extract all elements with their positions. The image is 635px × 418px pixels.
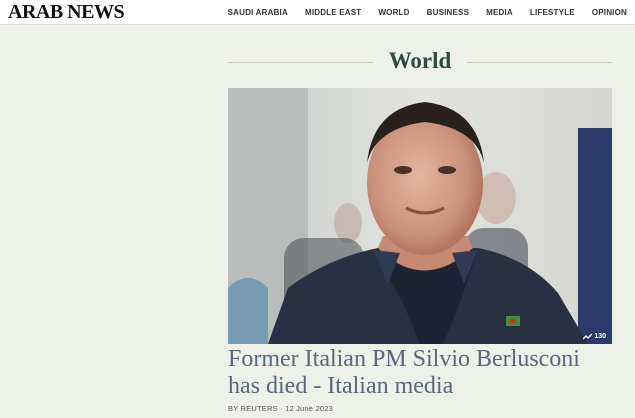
- byline-author[interactable]: BY REUTERS: [228, 404, 278, 413]
- gallery-badge[interactable]: 130: [583, 333, 606, 340]
- nav-item-media[interactable]: MEDIA: [486, 8, 513, 17]
- article-byline: BY REUTERS · 12 June 2023: [228, 404, 333, 413]
- article-hero-image[interactable]: 130: [228, 88, 612, 344]
- gallery-count: 130: [594, 333, 606, 340]
- section-header: World: [228, 47, 612, 75]
- nav-item-opinion[interactable]: OPINION: [592, 8, 627, 17]
- article-headline[interactable]: Former Italian PM Silvio Berlusconi has …: [228, 346, 612, 400]
- main-nav: SAUDI ARABIA MIDDLE EAST WORLD BUSINESS …: [211, 0, 627, 24]
- nav-item-business[interactable]: BUSINESS: [427, 8, 470, 17]
- nav-item-lifestyle[interactable]: LIFESTYLE: [530, 8, 575, 17]
- divider-right: [467, 62, 612, 63]
- section-title: World: [388, 48, 452, 73]
- nav-item-middle-east[interactable]: MIDDLE EAST: [305, 8, 361, 17]
- nav-item-world[interactable]: WORLD: [378, 8, 409, 17]
- top-navigation-bar: ARAB NEWS SAUDI ARABIA MIDDLE EAST WORLD…: [0, 0, 635, 25]
- trend-icon: [583, 333, 593, 340]
- nav-item-saudi-arabia[interactable]: SAUDI ARABIA: [228, 8, 288, 17]
- photo-illustration: [228, 88, 612, 344]
- byline-date: 12 June 2023: [285, 404, 333, 413]
- site-logo[interactable]: ARAB NEWS: [8, 1, 125, 23]
